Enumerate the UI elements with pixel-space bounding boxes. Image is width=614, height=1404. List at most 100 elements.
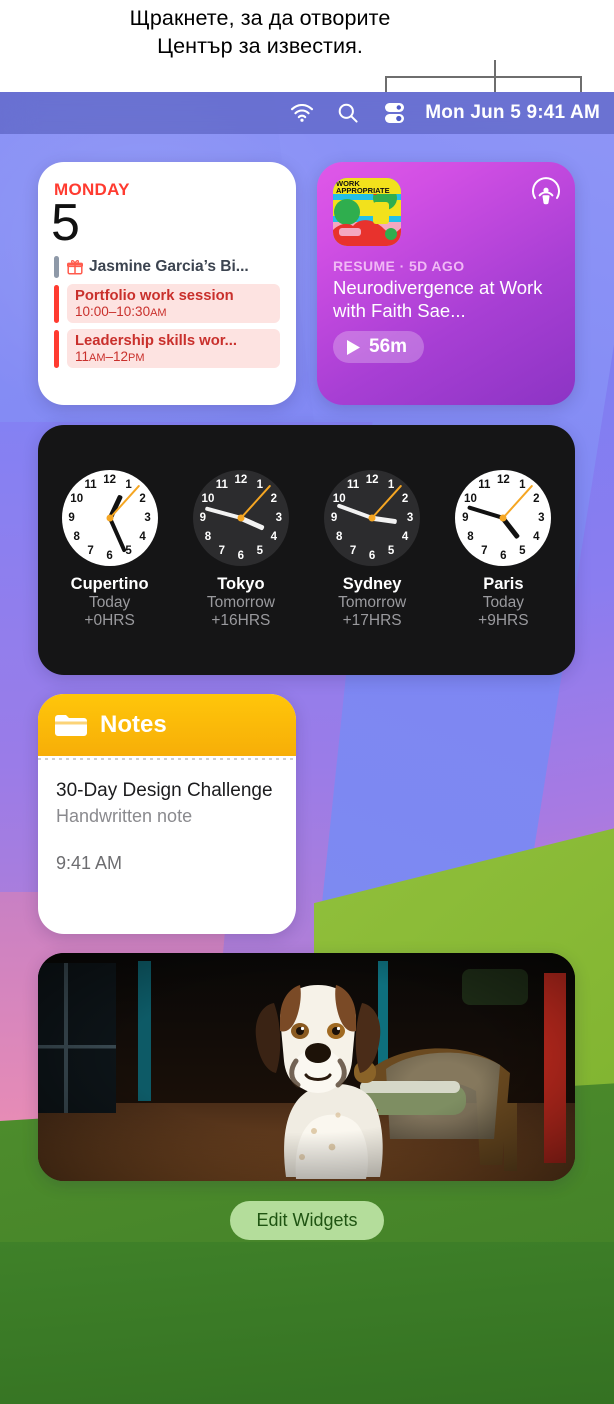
event-title: Portfolio work session: [75, 288, 234, 304]
clock-minute-hand: [336, 503, 373, 520]
callout-bracket: [385, 76, 582, 78]
clock-hour-number: 11: [478, 479, 491, 492]
clock-day-label: Tomorrow: [206, 594, 275, 611]
clock-hour-number: 9: [199, 512, 207, 524]
notes-header: Notes: [38, 694, 296, 756]
clock-hour-number: 8: [336, 531, 343, 543]
clock-hour-number: 6: [237, 550, 245, 562]
clock-city-name: Paris: [483, 575, 524, 593]
clock-sydney[interactable]: 1 2 3 4 5 6 7 8 9 10 11 12 Sydney Tomorrow +17HRS: [312, 470, 432, 630]
photos-widget[interactable]: [38, 953, 575, 1181]
clock-hour-number: 12: [365, 474, 379, 486]
podcast-title: Neurodivergence at Work with Faith Sae..…: [333, 277, 543, 321]
widget-row-1: MONDAY 5 Jasmine Garcia’s Bi... Portfoli…: [0, 162, 614, 405]
clock-minute-hand: [107, 517, 127, 553]
clock-hour-number: 7: [349, 544, 357, 557]
clock-hour-number: 9: [68, 512, 75, 524]
podcast-artwork: WORK APPROPRIATE: [333, 178, 401, 246]
clock-hour-number: 4: [401, 531, 409, 543]
birthday-event-title: Jasmine Garcia’s Bi...: [89, 258, 249, 275]
clock-center-pin: [106, 514, 114, 522]
event-title: Leadership skills wor...: [75, 333, 238, 349]
clock-minute-hand: [204, 506, 242, 520]
podcast-widget[interactable]: WORK APPROPRIATE RESUME · 5D AGO Neurodi…: [317, 162, 575, 405]
clock-hour-number: 12: [496, 474, 510, 486]
widget-row-2: 1 2 3 4 5 6 7 8 9 10 11 12 Cupertino Today +0HRS 1 2 3 4 5 6…: [0, 425, 614, 675]
clock-second-hand: [240, 484, 272, 519]
clock-city-name: Sydney: [342, 575, 402, 593]
birthday-event: Jasmine Garcia’s Bi...: [67, 258, 249, 276]
podcast-meta: RESUME · 5D AGO: [333, 258, 465, 274]
widget-row-4: [0, 953, 614, 1181]
calendar-event-row[interactable]: Jasmine Garcia’s Bi...: [54, 256, 280, 278]
event-time: 11AM–12PM: [75, 349, 145, 364]
wifi-icon[interactable]: [279, 92, 325, 134]
clock-cupertino[interactable]: 1 2 3 4 5 6 7 8 9 10 11 12 Cupertino Today +0HRS: [50, 470, 170, 630]
calendar-event-row[interactable]: Leadership skills wor... 11AM–12PM: [54, 329, 280, 368]
calendar-widget[interactable]: MONDAY 5 Jasmine Garcia’s Bi... Portfoli…: [38, 162, 296, 405]
callout-bracket-left-tick: [385, 76, 387, 92]
clock-hour-number: 1: [256, 479, 264, 492]
clock-hour-number: 2: [139, 493, 146, 505]
calendar-weekday: MONDAY: [54, 180, 130, 199]
clock-second-hand: [371, 484, 403, 519]
clock-hour-number: 12: [103, 474, 117, 486]
clock-hour-number: 12: [234, 474, 248, 486]
clock-paris[interactable]: 1 2 3 4 5 6 7 8 9 10 11 12 Paris Today +9HRS: [443, 470, 563, 630]
clock-face: 1 2 3 4 5 6 7 8 9 10 11 12: [192, 470, 289, 566]
event-card[interactable]: Portfolio work session 10:00–10:30AM: [67, 284, 280, 323]
control-center-icon[interactable]: [371, 92, 417, 134]
clock-hour-number: 7: [481, 544, 488, 557]
clock-hour-number: 6: [500, 550, 507, 562]
calendar-event-row[interactable]: Portfolio work session 10:00–10:30AM: [54, 284, 280, 323]
clock-hour-number: 11: [84, 479, 97, 492]
clock-city-name: Tokyo: [217, 575, 265, 593]
clock-offset-label: +9HRS: [478, 612, 529, 629]
clock-hour-number: 3: [275, 512, 283, 524]
podcast-duration: 56m: [369, 336, 408, 357]
world-clock-widget[interactable]: 1 2 3 4 5 6 7 8 9 10 11 12 Cupertino Today +0HRS 1 2 3 4 5 6…: [38, 425, 575, 675]
clock-face: 1 2 3 4 5 6 7 8 9 10 11 12: [455, 470, 552, 566]
menubar-clock[interactable]: Mon Jun 5 9:41 AM: [425, 102, 600, 124]
clock-hour-number: 2: [401, 493, 409, 505]
event-card[interactable]: Leadership skills wor... 11AM–12PM: [67, 329, 280, 368]
widget-row-3: Notes 30-Day Design Challenge Handwritte…: [0, 694, 614, 934]
clock-hour-number: 2: [533, 493, 540, 505]
notes-widget[interactable]: Notes 30-Day Design Challenge Handwritte…: [38, 694, 296, 934]
gift-icon: [67, 259, 83, 275]
event-time: 10:00–10:30AM: [75, 304, 167, 319]
clock-hour-number: 3: [538, 512, 545, 524]
callout-line-1: Щракнете, за да отворите: [129, 6, 391, 30]
clock-hour-number: 4: [533, 531, 540, 543]
dog-photo: [38, 953, 575, 1181]
clock-hour-number: 6: [106, 550, 113, 562]
edit-widgets-button[interactable]: Edit Widgets: [230, 1201, 384, 1240]
clock-day-label: Tomorrow: [338, 594, 407, 611]
screen-root: Щракнете, за да отворите Център за извес…: [0, 0, 614, 1404]
podcasts-icon: [531, 176, 561, 206]
clock-hour-number: 11: [347, 479, 360, 492]
search-icon[interactable]: [325, 92, 371, 134]
event-color-bar: [54, 284, 59, 323]
note-subtitle: Handwritten note: [56, 806, 193, 826]
clock-hour-number: 5: [519, 544, 526, 557]
clock-center-pin: [499, 514, 507, 522]
notes-header-title: Notes: [100, 711, 167, 738]
clock-hour-number: 5: [256, 544, 264, 557]
clock-face: 1 2 3 4 5 6 7 8 9 10 11 12: [61, 470, 158, 566]
clock-hour-number: 4: [270, 531, 277, 543]
note-timestamp: 9:41 AM: [56, 853, 123, 873]
callout-line-2: Център за известия.: [157, 34, 363, 58]
clock-hour-number: 2: [270, 493, 277, 505]
clock-tokyo[interactable]: 1 2 3 4 5 6 7 8 9 10 11 12 Tokyo Tomorrow +16HRS: [181, 470, 301, 630]
clock-hour-number: 10: [70, 493, 84, 505]
clock-hour-number: 8: [467, 531, 474, 543]
clock-city-name: Cupertino: [70, 575, 149, 593]
clock-center-pin: [237, 514, 245, 522]
podcast-play-button[interactable]: 56m: [333, 331, 425, 363]
clock-hour-number: 7: [218, 544, 226, 557]
clock-hour-number: 1: [519, 479, 526, 492]
clock-hour-number: 1: [125, 479, 132, 492]
clock-hour-number: 10: [201, 493, 215, 505]
clock-hour-number: 8: [73, 531, 80, 543]
